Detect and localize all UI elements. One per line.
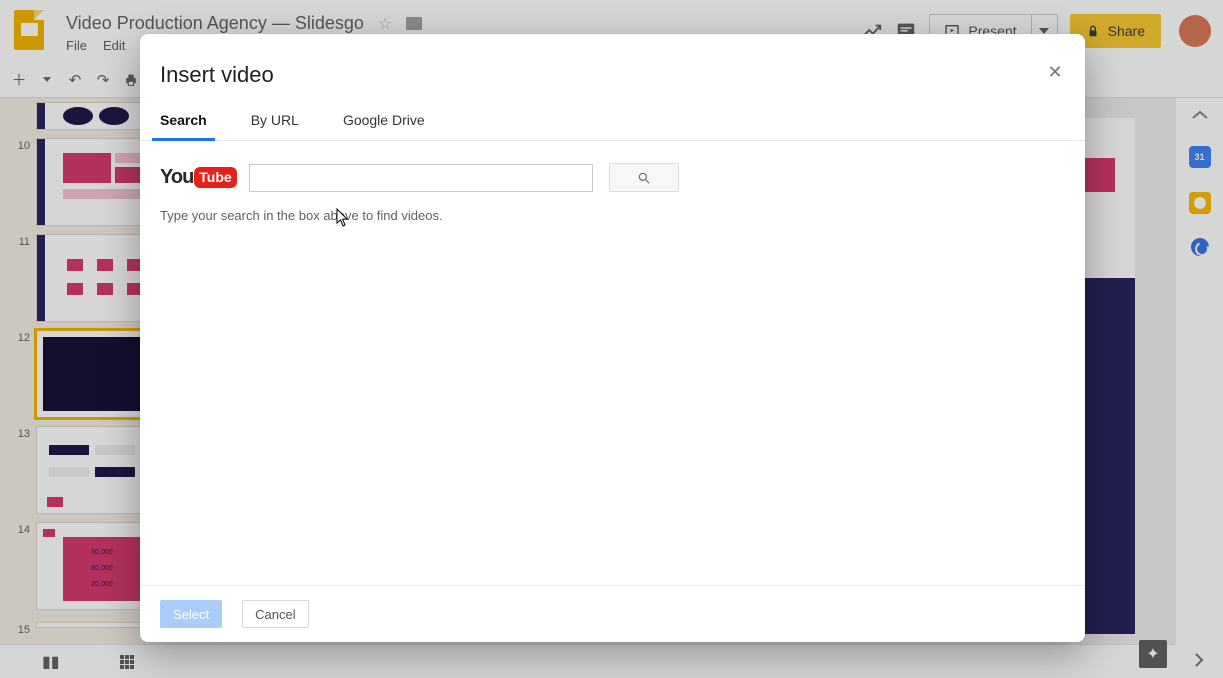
explore-button[interactable]: ✦ xyxy=(1139,640,1167,668)
redo-icon[interactable]: ↷ xyxy=(94,71,112,89)
menu-file[interactable]: File xyxy=(66,38,87,53)
collapse-icon[interactable] xyxy=(1191,110,1209,122)
thumb-number: 12 xyxy=(8,330,30,418)
side-panel-chevron-icon[interactable] xyxy=(1189,650,1209,670)
folder-icon[interactable] xyxy=(406,17,422,30)
thumb-number: 15 xyxy=(8,622,30,636)
thumb-number xyxy=(8,102,30,130)
calendar-icon[interactable] xyxy=(1189,146,1211,168)
insert-video-dialog: Insert video ✕ Search By URL Google Driv… xyxy=(140,34,1085,642)
tab-by-url[interactable]: By URL xyxy=(251,112,299,140)
thumb-number: 14 xyxy=(8,522,30,610)
search-hint: Type your search in the box above to fin… xyxy=(140,192,1085,223)
search-icon xyxy=(637,171,651,185)
print-icon[interactable] xyxy=(122,71,140,89)
app-logo-slides xyxy=(14,10,54,50)
search-button[interactable] xyxy=(609,163,679,192)
youtube-logo-tube: Tube xyxy=(194,167,236,188)
dialog-tabs: Search By URL Google Drive xyxy=(140,88,1085,141)
new-slide-icon[interactable]: ＋ xyxy=(10,71,28,89)
star-icon[interactable]: ☆ xyxy=(378,14,392,34)
undo-icon[interactable]: ↶ xyxy=(66,71,84,89)
tasks-icon[interactable] xyxy=(1191,238,1209,256)
right-sidebar xyxy=(1175,98,1223,644)
thumb-number: 11 xyxy=(8,234,30,322)
youtube-logo: You Tube xyxy=(160,166,237,189)
tab-search[interactable]: Search xyxy=(160,112,207,140)
doc-title[interactable]: Video Production Agency — Slidesgo xyxy=(66,13,364,34)
grid-view-icon[interactable] xyxy=(120,655,134,669)
close-icon[interactable]: ✕ xyxy=(1045,62,1065,82)
new-slide-dropdown-icon[interactable] xyxy=(38,71,56,89)
filmstrip-view-icon[interactable]: ▮▮ xyxy=(42,652,60,672)
menu-edit[interactable]: Edit xyxy=(103,38,125,53)
tab-google-drive[interactable]: Google Drive xyxy=(343,112,425,140)
video-search-input[interactable] xyxy=(249,164,593,192)
account-avatar[interactable] xyxy=(1179,15,1211,47)
footer-bar: ▮▮ xyxy=(0,644,1175,678)
keep-icon[interactable] xyxy=(1189,192,1211,214)
dialog-title: Insert video xyxy=(140,34,1085,88)
thumb-number: 13 xyxy=(8,426,30,514)
youtube-logo-you: You xyxy=(160,166,193,189)
select-button[interactable]: Select xyxy=(160,600,222,628)
cancel-button[interactable]: Cancel xyxy=(242,600,308,628)
share-label: Share xyxy=(1108,23,1145,39)
thumb-number: 10 xyxy=(8,138,30,226)
